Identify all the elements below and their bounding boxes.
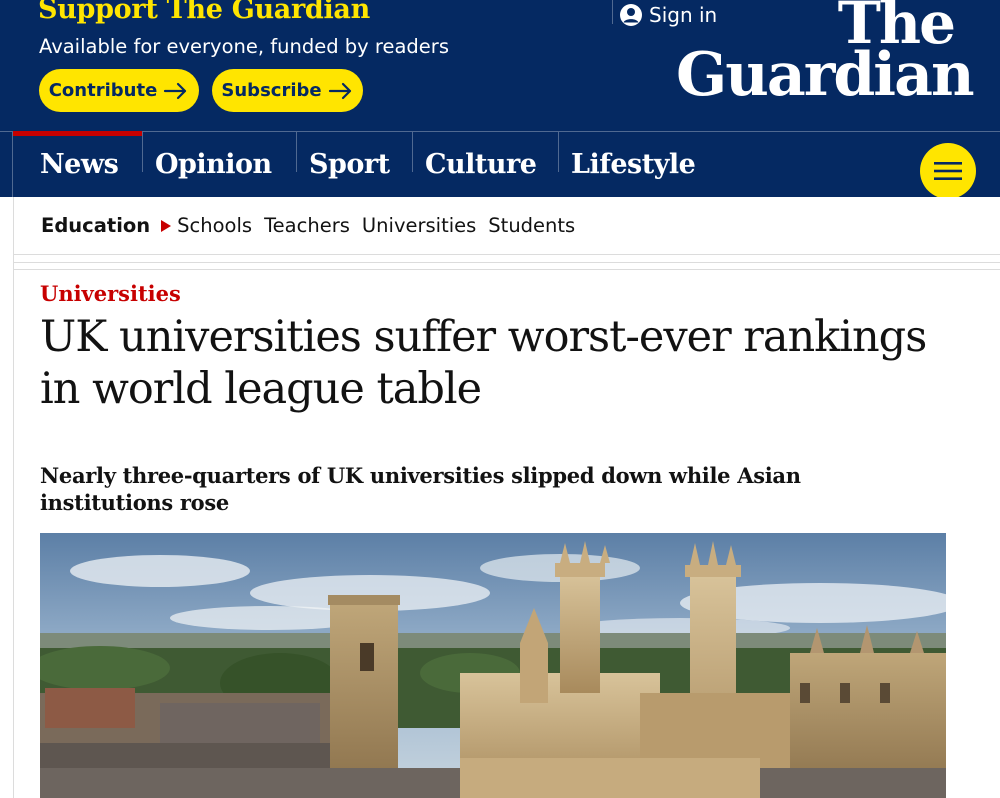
subnav-link-students[interactable]: Students bbox=[488, 214, 575, 237]
oxford-skyline-illustration bbox=[40, 533, 946, 798]
nav-item-news[interactable]: News bbox=[13, 131, 142, 197]
nav-item-culture[interactable]: Culture bbox=[413, 132, 558, 197]
subnav-section-education[interactable]: Education bbox=[41, 214, 150, 237]
header-divider bbox=[612, 0, 613, 24]
article-main-image bbox=[40, 533, 946, 798]
article-kicker[interactable]: Universities bbox=[40, 281, 181, 306]
subnav-link-teachers[interactable]: Teachers bbox=[264, 214, 350, 237]
user-icon bbox=[620, 4, 642, 26]
nav-label: Lifestyle bbox=[571, 149, 696, 180]
guardian-logo[interactable]: The Guardian bbox=[676, 0, 976, 111]
nav-label: Sport bbox=[309, 149, 390, 180]
subnav-link-schools[interactable]: Schools bbox=[177, 214, 252, 237]
masthead: Support The Guardian Available for every… bbox=[0, 0, 1000, 131]
nav-item-opinion[interactable]: Opinion bbox=[143, 132, 296, 197]
arrow-right-icon bbox=[164, 82, 187, 99]
nav-label: News bbox=[40, 149, 119, 180]
section-divider bbox=[13, 262, 1000, 270]
article-standfirst: Nearly three-quarters of UK universities… bbox=[40, 463, 801, 515]
nav-item-lifestyle[interactable]: Lifestyle bbox=[559, 132, 709, 197]
nav-edge bbox=[12, 131, 13, 197]
logo-line-2: Guardian bbox=[676, 40, 975, 111]
primary-nav: News Opinion Sport Culture Lifestyle bbox=[0, 131, 1000, 199]
section-subnav: Education Schools Teachers Universities … bbox=[13, 197, 1000, 255]
menu-button[interactable] bbox=[920, 143, 976, 199]
subscribe-label: Subscribe bbox=[221, 80, 322, 101]
hamburger-icon bbox=[934, 162, 962, 180]
nav-label: Culture bbox=[425, 149, 537, 180]
subnav-link-universities[interactable]: Universities bbox=[362, 214, 476, 237]
support-title: Support The Guardian bbox=[38, 0, 370, 25]
nav-item-sport[interactable]: Sport bbox=[297, 132, 412, 197]
triangle-right-icon bbox=[161, 219, 172, 232]
contribute-button[interactable]: Contribute bbox=[39, 69, 199, 112]
support-subtitle: Available for everyone, funded by reader… bbox=[39, 35, 449, 58]
contribute-label: Contribute bbox=[48, 80, 158, 101]
nav-label: Opinion bbox=[155, 149, 272, 180]
content-edge bbox=[13, 255, 14, 798]
arrow-right-icon bbox=[328, 82, 351, 99]
article-headline: UK universities suffer worst-ever rankin… bbox=[40, 312, 927, 414]
subscribe-button[interactable]: Subscribe bbox=[212, 69, 363, 112]
